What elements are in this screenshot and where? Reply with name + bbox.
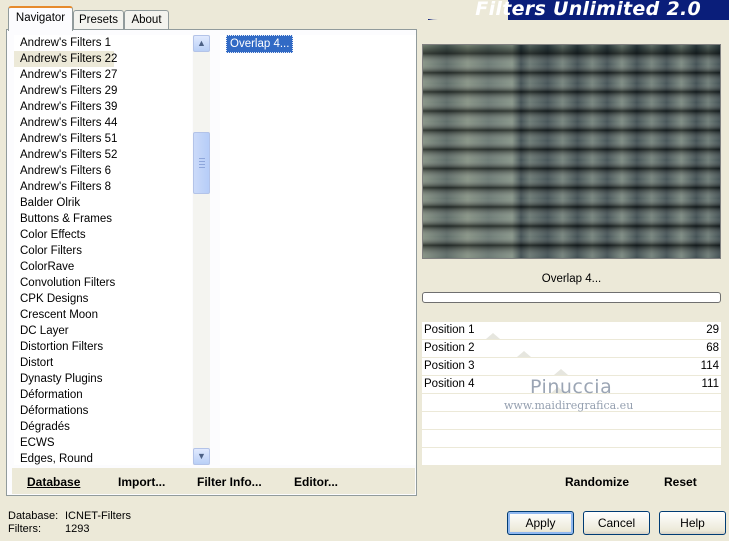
category-item[interactable]: CPK Designs [14, 291, 192, 307]
database-status-value: ICNET-Filters [65, 510, 131, 522]
preview-image [422, 44, 721, 259]
cancel-button[interactable]: Cancel [583, 511, 650, 535]
category-item[interactable]: Andrew's Filters 52 [14, 147, 192, 163]
parameter-value: 111 [701, 378, 719, 390]
watermark-name: Pinuccia [530, 376, 613, 398]
category-item[interactable]: Dégradés [14, 419, 192, 435]
category-item[interactable]: Andrew's Filters 27 [14, 67, 192, 83]
parameter-row[interactable]: Position 3 114 [422, 358, 721, 376]
watermark-url: www.maidiregrafica.eu [504, 399, 634, 412]
parameter-value: 29 [706, 324, 719, 336]
parameter-row[interactable]: Position 2 68 [422, 340, 721, 358]
category-item[interactable]: DC Layer [14, 323, 192, 339]
parameter-label: Position 1 [424, 324, 475, 336]
apply-button[interactable]: Apply [507, 511, 574, 535]
reset-button[interactable]: Reset [664, 475, 697, 489]
category-item[interactable]: Andrew's Filters 6 [14, 163, 192, 179]
parameter-slider[interactable] [470, 322, 673, 339]
parameter-row-empty [422, 430, 721, 448]
category-item[interactable]: Distort [14, 355, 192, 371]
filter-name-label: Overlap 4... [422, 268, 721, 290]
preview-pattern [423, 45, 720, 258]
category-item[interactable]: Color Filters [14, 243, 192, 259]
slider-thumb[interactable] [486, 333, 501, 339]
database-label: Database [27, 475, 81, 489]
category-item[interactable]: Andrew's Filters 51 [14, 131, 192, 147]
category-item[interactable]: Déformation [14, 387, 192, 403]
scroll-thumb[interactable] [193, 132, 210, 194]
category-item[interactable]: Dynasty Plugins [14, 371, 192, 387]
parameter-value: 114 [700, 360, 719, 372]
category-list[interactable]: Andrew's Filters 1 Andrew's Filters 22 And… [14, 35, 192, 465]
slider-thumb[interactable] [517, 351, 532, 357]
tab-presets[interactable]: Presets [73, 10, 124, 30]
parameter-row-empty [422, 448, 721, 466]
banner-title: Filters Unlimited 2.0 [475, 0, 701, 20]
parameter-slider[interactable] [470, 340, 673, 357]
filter-list[interactable]: Overlap 4... [220, 35, 416, 465]
category-item[interactable]: Buttons & Frames [14, 211, 192, 227]
randomize-button[interactable]: Randomize [565, 475, 629, 489]
slider-thumb[interactable] [553, 369, 568, 375]
tab-about[interactable]: About [124, 10, 169, 30]
category-item[interactable]: Andrew's Filters 39 [14, 99, 192, 115]
scroll-up-icon[interactable]: ▲ [193, 35, 210, 52]
filters-count-label: Filters: [8, 523, 41, 535]
import-button[interactable]: Import... [118, 475, 165, 489]
category-item[interactable]: Andrew's Filters 1 [14, 35, 192, 51]
parameter-row[interactable]: Position 1 29 [422, 322, 721, 340]
help-button[interactable]: Help [659, 511, 726, 535]
tab-navigator[interactable]: Navigator [8, 6, 73, 31]
category-scrollbar[interactable]: ▲ ▼ [193, 35, 210, 465]
database-status-label: Database: [8, 510, 59, 522]
category-item[interactable]: Convolution Filters [14, 275, 192, 291]
parameter-label: Position 3 [424, 360, 475, 372]
category-item[interactable]: Edges, Round [14, 451, 192, 465]
parameter-label: Position 4 [424, 378, 475, 390]
filter-info-button[interactable]: Filter Info... [197, 475, 262, 489]
progress-bar [422, 292, 721, 303]
filter-item-selected[interactable]: Overlap 4... [226, 35, 294, 53]
category-item[interactable]: Andrew's Filters 44 [14, 115, 192, 131]
category-item[interactable]: Color Effects [14, 227, 192, 243]
scroll-down-icon[interactable]: ▼ [193, 448, 210, 465]
filters-count-value: 1293 [65, 523, 90, 535]
category-item[interactable]: ECWS [14, 435, 192, 451]
category-item[interactable]: Andrew's Filters 22 [14, 51, 117, 67]
parameter-label: Position 2 [424, 342, 475, 354]
app-banner: Filters Unlimited 2.0 [428, 0, 729, 20]
category-item[interactable]: Andrew's Filters 8 [14, 179, 192, 195]
parameter-row-empty [422, 412, 721, 430]
parameter-slider[interactable] [470, 358, 673, 375]
category-item[interactable]: Déformations [14, 403, 192, 419]
category-item[interactable]: Balder Olrik [14, 195, 192, 211]
parameter-value: 68 [706, 342, 719, 354]
category-item[interactable]: Andrew's Filters 29 [14, 83, 192, 99]
database-button[interactable]: Database [27, 475, 80, 489]
category-item[interactable]: Crescent Moon [14, 307, 192, 323]
category-item[interactable]: Distortion Filters [14, 339, 192, 355]
editor-button[interactable]: Editor... [294, 475, 338, 489]
category-item[interactable]: ColorRave [14, 259, 192, 275]
